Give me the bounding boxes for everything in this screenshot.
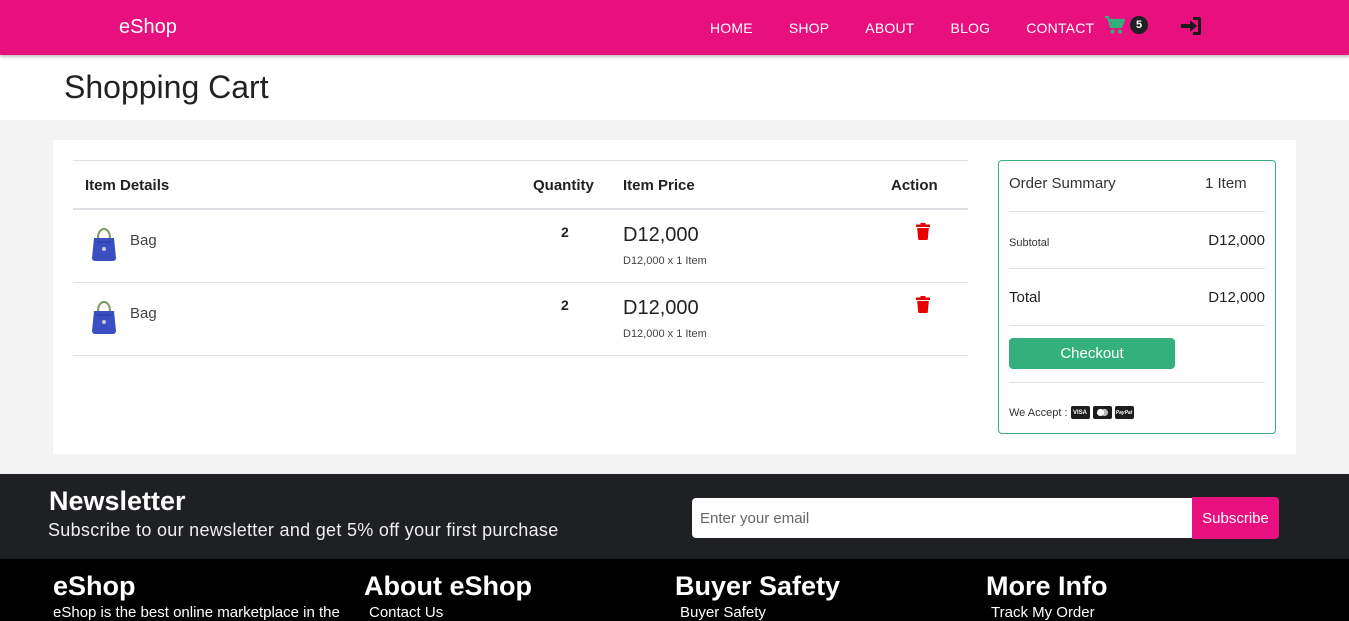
footer-title: eShop <box>53 571 136 601</box>
subscribe-button[interactable]: Subscribe <box>1192 497 1279 539</box>
navbar: eShop HOME SHOP ABOUT BLOG CONTACT 5 <box>0 0 1349 55</box>
item-price-detail: D12,000 x 1 Item <box>623 328 707 340</box>
footer-title: More Info <box>986 571 1108 601</box>
newsletter-section: Newsletter Subscribe to our newsletter a… <box>0 474 1349 559</box>
cart-button[interactable]: 5 <box>1104 15 1148 35</box>
brand-logo[interactable]: eShop <box>119 16 177 39</box>
trash-icon[interactable] <box>916 296 930 313</box>
divider <box>1009 325 1265 326</box>
footer-link-contact-us[interactable]: Contact Us <box>369 604 532 621</box>
total-value: D12,000 <box>1208 289 1265 306</box>
total-row: Total D12,000 <box>1009 289 1265 307</box>
nav-link-shop[interactable]: SHOP <box>789 20 829 36</box>
table-row: Bag 2 D12,000 D12,000 x 1 Item <box>73 283 968 356</box>
email-input[interactable] <box>692 498 1193 538</box>
footer: eShop eShop is the best online marketpla… <box>0 559 1349 621</box>
checkout-button[interactable]: Checkout <box>1009 338 1175 369</box>
subtotal-value: D12,000 <box>1208 232 1265 249</box>
subtotal-label: Subtotal <box>1009 237 1050 249</box>
footer-title: About eShop <box>364 571 532 601</box>
bag-product-image <box>92 228 116 261</box>
footer-col-buyer-safety: Buyer Safety Buyer Safety <box>675 571 840 621</box>
trash-icon[interactable] <box>916 223 930 240</box>
bag-product-image <box>92 301 116 334</box>
login-icon[interactable] <box>1180 16 1202 41</box>
nav-link-contact[interactable]: CONTACT <box>1026 20 1094 36</box>
divider <box>1009 268 1265 269</box>
payment-methods: We Accept : VISA PayPal <box>1009 406 1134 419</box>
table-row: Bag 2 D12,000 D12,000 x 1 Item <box>73 210 968 283</box>
footer-col-about: About eShop Contact Us <box>364 571 532 621</box>
newsletter-title: Newsletter <box>49 486 186 516</box>
item-name[interactable]: Bag <box>130 305 157 322</box>
visa-icon: VISA <box>1070 406 1090 419</box>
footer-title: Buyer Safety <box>675 571 841 601</box>
summary-header: Order Summary 1 Item <box>1009 175 1265 193</box>
cart-icon <box>1105 15 1126 34</box>
item-quantity: 2 <box>561 297 569 313</box>
order-summary: Order Summary 1 Item Subtotal D12,000 To… <box>998 160 1276 434</box>
cart-table: Item Details Quantity Item Price Action … <box>73 160 968 356</box>
page-header: Shopping Cart <box>0 55 1349 120</box>
footer-text: eShop is the best online marketplace in … <box>53 604 340 621</box>
summary-item-count: 1 Item <box>1205 175 1247 192</box>
total-label: Total <box>1009 289 1041 306</box>
paypal-icon: PayPal <box>1114 406 1134 419</box>
nav-link-about[interactable]: ABOUT <box>865 20 914 36</box>
nav-link-blog[interactable]: BLOG <box>951 20 991 36</box>
footer-col-more-info: More Info Track My Order <box>986 571 1108 621</box>
item-price: D12,000 <box>623 297 699 319</box>
item-name[interactable]: Bag <box>130 232 157 249</box>
item-price: D12,000 <box>623 224 699 246</box>
newsletter-subtitle: Subscribe to our newsletter and get 5% o… <box>48 520 559 540</box>
footer-col-eshop: eShop eShop is the best online marketpla… <box>53 571 340 621</box>
cart-panel: Item Details Quantity Item Price Action … <box>53 140 1296 454</box>
header-item-details: Item Details <box>85 177 170 194</box>
footer-link-track-order[interactable]: Track My Order <box>991 604 1108 621</box>
nav-link-home[interactable]: HOME <box>710 20 753 36</box>
header-item-price: Item Price <box>623 177 695 194</box>
footer-link-buyer-safety[interactable]: Buyer Safety <box>680 604 840 621</box>
we-accept-label: We Accept : <box>1009 406 1068 419</box>
table-header: Item Details Quantity Item Price Action <box>73 160 968 210</box>
item-quantity: 2 <box>561 224 569 240</box>
divider <box>1009 382 1265 383</box>
mastercard-icon <box>1092 406 1112 419</box>
header-quantity: Quantity <box>533 177 594 194</box>
page-title: Shopping Cart <box>64 69 269 105</box>
divider <box>1009 211 1265 212</box>
cart-count-badge: 5 <box>1130 16 1148 34</box>
header-action: Action <box>891 177 938 194</box>
summary-title: Order Summary <box>1009 175 1116 192</box>
item-price-detail: D12,000 x 1 Item <box>623 255 707 267</box>
nav-links: HOME SHOP ABOUT BLOG CONTACT <box>692 0 1130 55</box>
